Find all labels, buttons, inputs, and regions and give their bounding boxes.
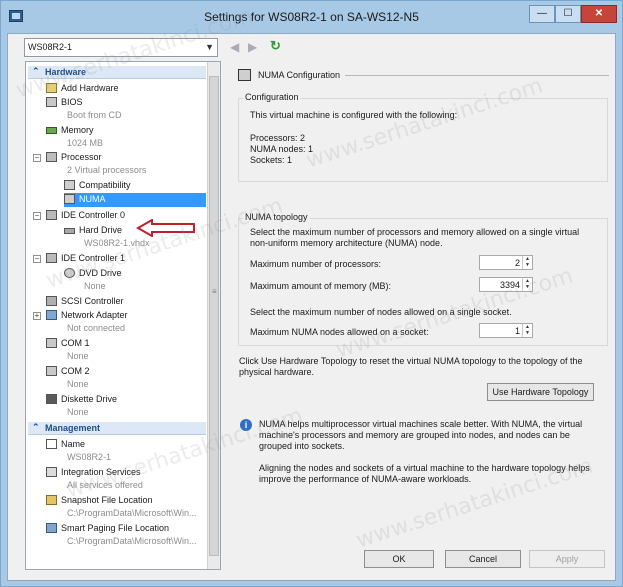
heading-divider	[345, 75, 609, 76]
info-line-5: improve the performance of NUMA-aware wo…	[259, 474, 472, 484]
numa-icon	[238, 69, 251, 81]
annotation-arrow-icon	[136, 219, 195, 237]
max-processors-label: Maximum number of processors:	[250, 259, 382, 269]
max-memory-stepper[interactable]: 3394 ▲ ▼	[479, 277, 533, 292]
max-memory-value: 3394	[499, 280, 520, 290]
collapse-chevron-icon: ⌃	[32, 66, 40, 76]
info-line-2: machine's processors and memory are grou…	[259, 430, 570, 440]
bios-subtext: Boot from CD	[67, 110, 122, 120]
chevron-down-icon: ▼	[205, 42, 214, 52]
compatibility-icon	[64, 180, 75, 190]
max-nodes-stepper[interactable]: 1 ▲ ▼	[479, 323, 533, 338]
info-line-4: Aligning the nodes and sockets of a virt…	[259, 463, 590, 473]
diskette-subtext: None	[67, 407, 89, 417]
dvd-drive-subtext: None	[84, 281, 106, 291]
com-port-icon	[46, 338, 57, 348]
numa-icon	[64, 194, 75, 204]
maximize-button[interactable]: ☐	[555, 5, 581, 23]
scrollbar-thumb[interactable]: ≡	[209, 76, 219, 556]
hard-drive-icon	[64, 228, 75, 234]
back-arrow-icon[interactable]: ◀	[230, 40, 244, 54]
tree-item-numa[interactable]: NUMA	[64, 193, 206, 207]
configuration-group-label: Configuration	[243, 92, 301, 102]
snapshot-subtext: C:\ProgramData\Microsoft\Win...	[67, 508, 197, 518]
spin-arrows-icon[interactable]: ▲ ▼	[522, 278, 532, 291]
topology-desc-line-1: Select the maximum number of processors …	[250, 227, 580, 237]
topology-desc-line-2: non-uniform memory architecture (NUMA) n…	[250, 238, 443, 248]
network-subtext: Not connected	[67, 323, 126, 333]
collapse-ide0-icon[interactable]: −	[33, 212, 41, 220]
nodes-desc-text: Select the maximum number of nodes allow…	[250, 307, 512, 317]
max-processors-stepper[interactable]: 2 ▲ ▼	[479, 255, 533, 270]
minimize-button[interactable]: —	[529, 5, 555, 23]
integration-subtext: All services offered	[67, 480, 143, 490]
ok-button[interactable]: OK	[364, 550, 434, 568]
dvd-drive-icon	[64, 268, 75, 278]
grip-icon: ≡	[212, 287, 217, 296]
sockets-line: Sockets: 1	[250, 155, 293, 165]
info-line-3: grouped into sockets.	[259, 441, 345, 451]
panel-heading: NUMA Configuration	[258, 70, 341, 80]
memory-icon	[46, 127, 57, 134]
collapse-ide1-icon[interactable]: −	[33, 255, 41, 263]
settings-tree: ⌃ Hardware Add Hardware BIOS Boot from C…	[25, 61, 221, 570]
vm-selector-dropdown[interactable]: WS08R2-1 ▼	[24, 38, 218, 57]
max-nodes-label: Maximum NUMA nodes allowed on a socket:	[250, 327, 429, 337]
scsi-controller-icon	[46, 296, 57, 306]
bios-chip-icon	[46, 97, 57, 107]
settings-window: Settings for WS08R2-1 on SA-WS12-N5 — ☐ …	[0, 0, 623, 587]
reset-desc-line-1: Click Use Hardware Topology to reset the…	[239, 356, 583, 366]
tree-scrollbar[interactable]: ≡	[207, 62, 220, 569]
processors-line: Processors: 2	[250, 133, 306, 143]
processor-subtext: 2 Virtual processors	[67, 165, 147, 175]
hard-drive-subtext: WS08R2-1.vhdx	[84, 238, 150, 248]
memory-subtext: 1024 MB	[67, 138, 104, 148]
diskette-icon	[46, 394, 57, 404]
com2-subtext: None	[67, 379, 89, 389]
close-button[interactable]: ✕	[581, 5, 617, 23]
spin-arrows-icon[interactable]: ▲ ▼	[522, 256, 532, 269]
apply-button[interactable]: Apply	[529, 550, 605, 568]
max-processors-value: 2	[514, 258, 520, 268]
forward-arrow-icon[interactable]: ▶	[248, 40, 262, 54]
numa-nodes-line: NUMA nodes: 1	[250, 144, 314, 154]
hardware-section-header[interactable]: ⌃ Hardware	[28, 66, 206, 79]
management-section-header[interactable]: ⌃ Management	[28, 422, 206, 435]
ide-controller-icon	[46, 253, 57, 263]
vm-selector-value: WS08R2-1	[28, 42, 73, 52]
numa-topology-group-label: NUMA topology	[243, 212, 310, 222]
title-bar[interactable]: Settings for WS08R2-1 on SA-WS12-N5 — ☐ …	[1, 1, 622, 33]
ide-controller-icon	[46, 210, 57, 220]
collapse-processor-icon[interactable]: −	[33, 154, 41, 162]
com-port-icon	[46, 366, 57, 376]
name-subtext: WS08R2-1	[67, 452, 112, 462]
processor-chip-icon	[46, 152, 57, 162]
info-line-1: NUMA helps multiprocessor virtual machin…	[259, 419, 583, 429]
com1-subtext: None	[67, 351, 89, 361]
add-hardware-icon	[46, 83, 57, 93]
smart-paging-subtext: C:\ProgramData\Microsoft\Win...	[67, 536, 197, 546]
network-adapter-icon	[46, 310, 57, 320]
config-intro-text: This virtual machine is configured with …	[250, 110, 458, 120]
collapse-chevron-icon: ⌃	[32, 422, 40, 432]
use-hardware-topology-button[interactable]: Use Hardware Topology	[487, 383, 594, 401]
spin-arrows-icon[interactable]: ▲ ▼	[522, 324, 532, 337]
integration-services-icon	[46, 467, 57, 477]
snapshot-folder-icon	[46, 495, 57, 505]
max-nodes-value: 1	[514, 326, 520, 336]
numa-configuration-panel: NUMA Configuration Configuration This vi…	[226, 61, 615, 570]
info-icon: i	[240, 419, 252, 431]
max-memory-label: Maximum amount of memory (MB):	[250, 281, 392, 291]
expand-network-icon[interactable]: +	[33, 312, 41, 320]
smart-paging-icon	[46, 523, 57, 533]
refresh-icon[interactable]: ↻	[270, 39, 284, 53]
reset-desc-line-2: physical hardware.	[239, 367, 315, 377]
name-icon	[46, 439, 57, 449]
cancel-button[interactable]: Cancel	[445, 550, 521, 568]
settings-client-area: WS08R2-1 ▼ ◀ ▶ ↻ ⌃ Hardware Add Hardware…	[7, 33, 616, 581]
